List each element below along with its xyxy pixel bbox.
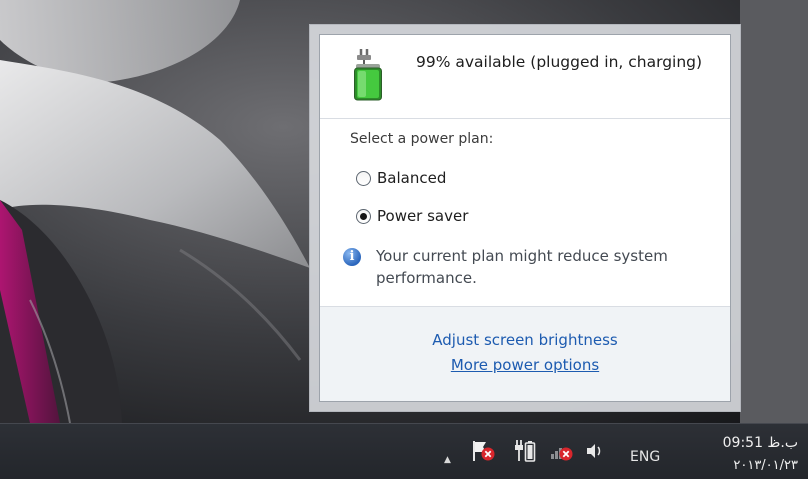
power-plan-heading: Select a power plan: (350, 131, 494, 147)
action-center-flag-icon[interactable] (470, 439, 496, 463)
power-tray-button[interactable] (513, 439, 537, 467)
power-plan-section: Select a power plan: Balanced Power save… (320, 120, 730, 306)
volume-icon[interactable] (584, 440, 606, 462)
power-flyout: 99% available (plugged in, charging) Sel… (309, 24, 741, 412)
network-disconnected-icon[interactable] (549, 439, 575, 463)
power-plug-icon[interactable] (513, 439, 537, 463)
info-icon: i (343, 248, 361, 266)
network-tray-button[interactable] (549, 439, 575, 467)
adjust-brightness-link[interactable]: Adjust screen brightness (320, 331, 730, 349)
battery-charging-icon (353, 49, 383, 101)
battery-status-text: 99% available (plugged in, charging) (416, 53, 703, 71)
taskbar-clock[interactable]: 09:51 ب.ظ ۲۰۱۳/۰۱/۲۳ (690, 434, 798, 476)
chevron-up-icon[interactable]: ▲ (444, 455, 451, 465)
radio-checked-icon[interactable] (356, 208, 371, 224)
more-power-options-link[interactable]: More power options (320, 356, 730, 374)
action-center-button[interactable] (470, 439, 496, 467)
power-plan-balanced-label[interactable]: Balanced (377, 169, 446, 187)
clock-date[interactable]: ۲۰۱۳/۰۱/۲۳ (690, 456, 798, 476)
power-plan-power-saver-option[interactable]: Power saver (356, 204, 468, 228)
battery-status-section: 99% available (plugged in, charging) (320, 35, 730, 119)
power-plan-power-saver-label[interactable]: Power saver (377, 207, 468, 225)
power-flyout-panel: 99% available (plugged in, charging) Sel… (319, 34, 731, 402)
taskbar: ▲ ENG 09:51 ب.ظ ۲۰۱۳/۰۱/۲۳ (0, 423, 808, 479)
clock-time[interactable]: 09:51 ب.ظ (690, 434, 798, 452)
radio-unchecked-icon[interactable] (356, 170, 371, 186)
power-links-section: Adjust screen brightness More power opti… (320, 306, 730, 401)
power-plan-balanced-option[interactable]: Balanced (356, 166, 446, 190)
input-language-indicator[interactable]: ENG (630, 449, 660, 465)
volume-tray-button[interactable] (584, 440, 606, 466)
performance-warning-text: Your current plan might reduce system pe… (376, 247, 668, 287)
show-hidden-icons-button[interactable]: ▲ (444, 447, 451, 466)
